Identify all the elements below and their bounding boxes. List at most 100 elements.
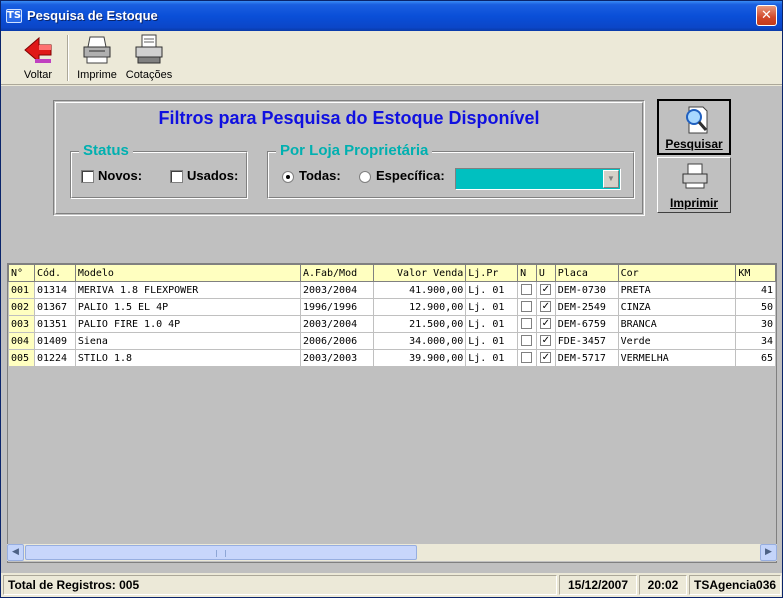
cell-loja: Lj. 01 — [465, 281, 519, 299]
cell-valor: 34.000,00 — [372, 332, 467, 350]
chevron-down-icon[interactable]: ▼ — [603, 170, 619, 188]
col-header[interactable]: Modelo — [74, 264, 301, 282]
cell-usado[interactable]: ✓ — [535, 281, 556, 299]
loja-combo[interactable]: ▼ — [455, 168, 621, 190]
table-row[interactable]: 001 01314 MERIVA 1.8 FLEXPOWER 2003/2004… — [8, 281, 776, 299]
scroll-left-icon[interactable]: ◀ — [7, 544, 24, 561]
cell-loja: Lj. 01 — [465, 349, 519, 367]
table-row[interactable]: 002 01367 PALIO 1.5 EL 4P 1996/1996 12.9… — [8, 298, 776, 316]
status-time: 20:02 — [639, 575, 687, 595]
novos-label: Novos: — [98, 168, 143, 183]
imprime-label: Imprime — [77, 69, 117, 81]
novo-checkbox[interactable] — [521, 352, 533, 364]
stock-table: N° Cód. Modelo A.Fab/Mod Valor Venda Lj.… — [8, 264, 776, 367]
cell-novo[interactable] — [517, 349, 537, 367]
cell-novo[interactable] — [517, 281, 537, 299]
col-header[interactable]: KM — [735, 264, 776, 282]
usado-checkbox[interactable]: ✓ — [540, 318, 552, 330]
window-title: Pesquisa de Estoque — [27, 8, 158, 23]
toolbar: Voltar Imprime Cotações — [1, 31, 782, 85]
cell-placa: DEM-2549 — [554, 298, 619, 316]
col-header[interactable]: Cor — [617, 264, 737, 282]
col-header[interactable]: N — [517, 264, 537, 282]
cell-km: 65 — [735, 349, 776, 367]
scroll-thumb[interactable] — [25, 545, 417, 560]
cotacoes-label: Cotações — [125, 69, 173, 81]
novos-checkbox[interactable] — [81, 170, 94, 183]
voltar-label: Voltar — [23, 69, 53, 81]
col-header[interactable]: Lj.Pr — [465, 264, 519, 282]
cell-num: 005 — [8, 349, 35, 367]
col-header[interactable]: Cód. — [33, 264, 76, 282]
col-header[interactable]: N° — [8, 264, 35, 282]
cell-cor: Verde — [617, 332, 737, 350]
cell-placa: DEM-5717 — [554, 349, 619, 367]
cell-cod: 01224 — [33, 349, 76, 367]
horizontal-scrollbar[interactable]: ◀ ▶ — [7, 544, 777, 561]
cotacoes-button[interactable]: Cotações — [125, 33, 173, 83]
col-header[interactable]: U — [535, 264, 556, 282]
cell-usado[interactable]: ✓ — [535, 349, 556, 367]
table-row[interactable]: 004 01409 Siena 2006/2006 34.000,00 Lj. … — [8, 332, 776, 350]
especifica-radio[interactable] — [359, 171, 371, 183]
cell-cod: 01314 — [33, 281, 76, 299]
novo-checkbox[interactable] — [521, 301, 533, 313]
back-arrow-icon — [24, 36, 52, 64]
title-bar[interactable]: TS Pesquisa de Estoque ✕ — [1, 1, 782, 31]
cell-km: 30 — [735, 315, 776, 333]
cell-ano: 2003/2003 — [299, 349, 374, 367]
cell-num: 004 — [8, 332, 35, 350]
close-button[interactable]: ✕ — [756, 5, 777, 26]
filter-panel: Filtros para Pesquisa do Estoque Disponí… — [53, 100, 645, 216]
usado-checkbox[interactable]: ✓ — [540, 284, 552, 296]
cell-num: 001 — [8, 281, 35, 299]
toolbar-separator — [67, 35, 69, 81]
cell-cor: VERMELHA — [617, 349, 737, 367]
window: TS Pesquisa de Estoque ✕ Voltar Imprime — [0, 0, 783, 598]
table-row[interactable]: 003 01351 PALIO FIRE 1.0 4P 2003/2004 21… — [8, 315, 776, 333]
filter-title: Filtros para Pesquisa do Estoque Disponí… — [158, 108, 540, 128]
cell-modelo: STILO 1.8 — [74, 349, 301, 367]
cell-usado[interactable]: ✓ — [535, 315, 556, 333]
loja-group: Por Loja Proprietária Todas: Específica:… — [267, 142, 635, 199]
todas-label: Todas: — [299, 168, 341, 183]
table-row[interactable]: 005 01224 STILO 1.8 2003/2003 39.900,00 … — [8, 349, 776, 367]
novo-checkbox[interactable] — [521, 318, 533, 330]
usado-checkbox[interactable]: ✓ — [540, 301, 552, 313]
usado-checkbox[interactable]: ✓ — [540, 352, 552, 364]
cell-placa: DEM-0730 — [554, 281, 619, 299]
cell-novo[interactable] — [517, 332, 537, 350]
imprime-button[interactable]: Imprime — [75, 33, 119, 83]
cell-usado[interactable]: ✓ — [535, 332, 556, 350]
app-icon: TS — [6, 9, 22, 23]
cell-loja: Lj. 01 — [465, 315, 519, 333]
cell-modelo: Siena — [74, 332, 301, 350]
cell-novo[interactable] — [517, 315, 537, 333]
usado-checkbox[interactable]: ✓ — [540, 335, 552, 347]
cell-km: 41 — [735, 281, 776, 299]
status-bar: Total de Registros: 005 15/12/2007 20:02… — [1, 573, 782, 597]
cell-placa: FDE-3457 — [554, 332, 619, 350]
cell-ano: 2006/2006 — [299, 332, 374, 350]
printer-icon — [83, 36, 111, 64]
cell-km: 34 — [735, 332, 776, 350]
novo-checkbox[interactable] — [521, 284, 533, 296]
stock-grid[interactable]: N° Cód. Modelo A.Fab/Mod Valor Venda Lj.… — [7, 263, 777, 563]
todas-radio[interactable] — [282, 171, 294, 183]
col-header[interactable]: Valor Venda — [372, 264, 467, 282]
status-group: Status Novos: Usados: — [70, 142, 248, 199]
col-header[interactable]: Placa — [554, 264, 619, 282]
scroll-right-icon[interactable]: ▶ — [760, 544, 777, 561]
novo-checkbox[interactable] — [521, 335, 533, 347]
usados-checkbox[interactable] — [170, 170, 183, 183]
cell-cor: CINZA — [617, 298, 737, 316]
pesquisar-button[interactable]: Pesquisar — [657, 99, 731, 155]
printer-icon — [682, 163, 708, 189]
voltar-button[interactable]: Voltar — [15, 33, 61, 83]
cell-valor: 39.900,00 — [372, 349, 467, 367]
cell-usado[interactable]: ✓ — [535, 298, 556, 316]
printer-quote-icon — [135, 34, 163, 64]
col-header[interactable]: A.Fab/Mod — [299, 264, 374, 282]
cell-novo[interactable] — [517, 298, 537, 316]
imprimir-button[interactable]: Imprimir — [657, 157, 731, 213]
